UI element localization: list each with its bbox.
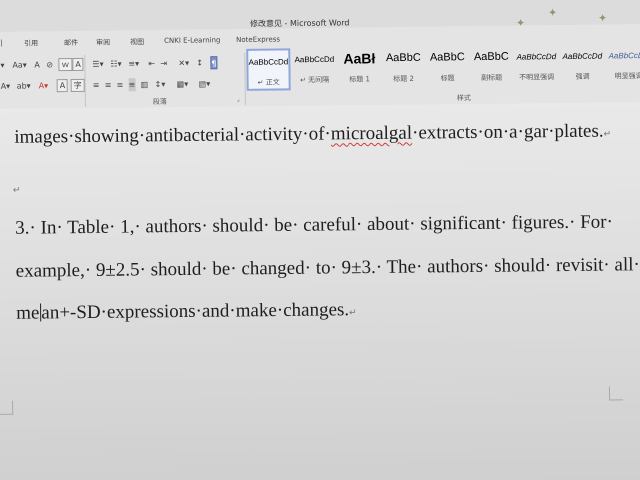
align-center-button[interactable]: ≡ (105, 79, 112, 92)
style-sample: AaBbCcDd (562, 51, 603, 62)
style-name: ↵ 无间隔 (300, 75, 330, 85)
page-corner-mark (608, 386, 624, 401)
style-sample: AaBł (343, 50, 376, 67)
misspelled-word[interactable]: microalgal (331, 123, 412, 145)
grow-font-button[interactable]: A (34, 58, 40, 71)
style-name: 强调 (575, 72, 590, 81)
document-page[interactable]: images·showing·antibacterial·activity·of… (0, 102, 640, 480)
style-intense-emphasis[interactable]: AaBbCcDe 明显强调 (606, 44, 640, 87)
paragraph-mark-icon: ↵ (349, 307, 357, 318)
paragraph-group-label: 段落 (152, 97, 167, 107)
line-spacing-button[interactable]: ↕▾ (155, 78, 166, 91)
show-formatting-button[interactable]: ¶ (210, 56, 218, 70)
style-sample: AaBbCcDd (248, 57, 289, 67)
style-name: 明显强调 (614, 72, 640, 81)
style-name: 标题 1 (349, 75, 370, 84)
style-sample: AaBbC (473, 50, 509, 64)
style-sample: AaBbCcDe (608, 50, 640, 61)
style-subtle-emphasis[interactable]: AaBbCcDd 不明显强调 (514, 45, 559, 88)
justify-button[interactable]: ≡ (128, 78, 136, 92)
document-line-5: mean+-SD·expressions·and·make·changes.↵ (16, 299, 357, 325)
sort-button[interactable]: ↕ (196, 56, 203, 69)
style-name: 标题 2 (393, 74, 414, 84)
phonetic-guide-button[interactable]: ｗ (58, 57, 73, 72)
style-subtitle[interactable]: AaBbC 副标题 (470, 46, 513, 89)
align-left-button[interactable]: ≡ (93, 79, 100, 92)
enclose-char-button[interactable]: A (72, 57, 84, 71)
document-line-1: images·showing·antibacterial·activity·of… (14, 120, 611, 148)
char-shading-button[interactable]: A (56, 79, 69, 93)
font-size-partial[interactable]: ▾ (0, 59, 4, 72)
page-corner-mark (0, 400, 14, 415)
text-run: ·extracts·on·a·gar·plates. (411, 120, 604, 144)
multilevel-list-button[interactable]: ≡▾ (128, 57, 139, 70)
styles-gallery: AaBbCcDd ↵ 正文 AaBbCcDd ↵ 无间隔 AaBł 标题 1 A… (246, 44, 640, 93)
document-line-3: 3.· In· Table· 1,· authors· should· be· … (15, 211, 614, 239)
paragraph-dialog-launcher-icon[interactable]: ⌟ (237, 96, 240, 103)
empty-paragraph-mark: ↵ (12, 184, 21, 195)
style-name: 不明显强调 (519, 73, 555, 82)
styles-group-label: 样式 (456, 94, 471, 103)
text-effect-button[interactable]: A▾ (1, 80, 11, 93)
highlight-button[interactable]: ab▾ (17, 80, 31, 93)
style-sample: AaBbCcDd (294, 54, 335, 65)
tab-noteexpress[interactable]: NoteExpress (236, 35, 280, 44)
increase-indent-button[interactable]: ⇥ (160, 57, 167, 70)
bird-decoration-icon: ✦ (598, 11, 608, 25)
tab-insert-partial[interactable]: | (0, 39, 2, 47)
style-no-spacing[interactable]: AaBbCcDd ↵ 无间隔 (292, 48, 337, 91)
style-heading-2[interactable]: AaBbC 标题 2 (382, 47, 425, 90)
document-line-4: example,· 9±2.5· should· be· changed· to… (15, 254, 640, 282)
shading-button[interactable]: ▦▾ (177, 78, 189, 91)
text-run: me (16, 302, 40, 324)
decrease-indent-button[interactable]: ⇤ (148, 57, 155, 70)
tab-mailings[interactable]: 邮件 (64, 38, 78, 48)
style-sample: AaBbCcDd (516, 52, 557, 62)
tab-references[interactable]: 引用 (24, 38, 38, 48)
style-heading-1[interactable]: AaBł 标题 1 (338, 47, 381, 90)
font-color-button[interactable]: A▾ (39, 79, 49, 92)
distributed-button[interactable]: ▥ (141, 78, 149, 91)
style-name: ↵ 正文 (257, 78, 280, 87)
group-separator (84, 54, 86, 107)
style-name: 标题 (440, 74, 455, 83)
tab-review[interactable]: 审阅 (96, 38, 110, 48)
style-normal[interactable]: AaBbCcDd ↵ 正文 (246, 48, 291, 91)
style-name: 副标题 (481, 73, 503, 83)
ribbon: | 引用 邮件 审阅 视图 CNKI E-Learning NoteExpres… (0, 23, 640, 112)
change-case-button[interactable]: Aa▾ (12, 59, 27, 72)
bullets-button[interactable]: ☰▾ (92, 58, 103, 71)
style-sample: AaBbC (385, 51, 421, 65)
char-border-button[interactable]: 字 (70, 78, 85, 93)
text-run: images·showing·antibacterial·activity·of… (14, 123, 331, 148)
clear-format-button[interactable]: ⊘ (46, 58, 53, 71)
tab-cnki[interactable]: CNKI E-Learning (164, 36, 220, 45)
style-sample: AaBbC (429, 51, 465, 64)
numbering-button[interactable]: ☷▾ (110, 57, 121, 70)
align-right-button[interactable]: ≡ (117, 78, 124, 91)
text-run: an+-SD·expressions·and·make·changes. (41, 299, 350, 324)
tab-view[interactable]: 视图 (130, 37, 144, 47)
borders-button[interactable]: ▤▾ (199, 77, 211, 90)
paragraph-mark-icon: ↵ (603, 128, 612, 139)
chinese-layout-button[interactable]: ✕▾ (178, 57, 189, 70)
style-emphasis[interactable]: AaBbCcDd 强调 (560, 44, 605, 87)
bird-decoration-icon: ✦ (548, 6, 558, 20)
style-title[interactable]: AaBbC 标题 (426, 46, 469, 89)
